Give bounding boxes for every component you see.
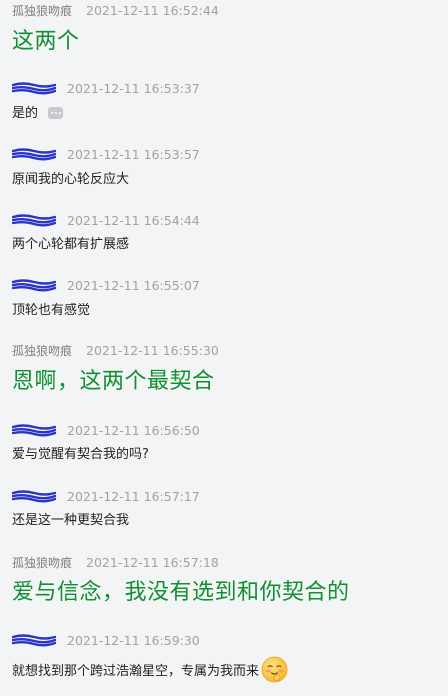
message-time: 2021-12-11 16:53:57 xyxy=(67,146,200,162)
message-meta: 孤独狼吻痕 2021-12-11 16:52:44 xyxy=(12,0,219,20)
message-text: 还是这一种更契合我 xyxy=(12,513,130,528)
more-icon[interactable] xyxy=(48,106,64,119)
message-meta: 2021-12-11 16:56:50 xyxy=(12,420,200,440)
message-time: 2021-12-11 16:57:18 xyxy=(86,554,219,570)
redacted-sender-scribble xyxy=(12,82,56,95)
message-text: 这两个 xyxy=(12,29,80,54)
message-time: 2021-12-11 16:52:44 xyxy=(86,2,219,18)
message-body: 是的 xyxy=(12,105,64,123)
sender-name[interactable]: 孤独狼吻痕 xyxy=(12,554,72,571)
message-meta: 2021-12-11 16:55:07 xyxy=(12,275,200,295)
message-text: 原闻我的心轮反应大 xyxy=(12,172,130,187)
message-text: 爱与信念，我没有选到和你契合的 xyxy=(12,580,350,605)
message-text: 两个心轮都有扩展感 xyxy=(12,237,130,252)
message-text: 是的 xyxy=(12,106,39,121)
message-body: 就想找到那个跨过浩瀚星空，专属为我而来 xyxy=(12,656,288,685)
redacted-sender-scribble xyxy=(12,490,56,503)
redacted-sender-scribble xyxy=(12,148,56,161)
message-time: 2021-12-11 16:53:37 xyxy=(67,80,200,96)
message-meta: 2021-12-11 16:53:37 xyxy=(12,78,200,98)
message-text: 爱与觉醒有契合我的吗? xyxy=(12,447,149,462)
message-time: 2021-12-11 16:54:44 xyxy=(67,212,200,228)
message-time: 2021-12-11 16:57:17 xyxy=(67,488,200,504)
redacted-sender-scribble xyxy=(12,214,56,227)
message-meta: 2021-12-11 16:53:57 xyxy=(12,144,200,164)
message-meta: 孤独狼吻痕 2021-12-11 16:57:18 xyxy=(12,552,219,572)
sender-name[interactable]: 孤独狼吻痕 xyxy=(12,2,72,19)
message-text: 顶轮也有感觉 xyxy=(12,303,91,318)
message-meta: 2021-12-11 16:57:17 xyxy=(12,486,200,506)
message-time: 2021-12-11 16:56:50 xyxy=(67,422,200,438)
redacted-sender-scribble xyxy=(12,279,56,292)
message-meta: 2021-12-11 16:54:44 xyxy=(12,210,200,230)
message-meta: 2021-12-11 16:59:30 xyxy=(12,630,200,650)
redacted-sender-scribble xyxy=(12,634,56,647)
message-time: 2021-12-11 16:55:07 xyxy=(67,277,200,293)
message-text: 就想找到那个跨过浩瀚星空，专属为我而来 xyxy=(12,664,260,679)
message-meta: 孤独狼吻痕 2021-12-11 16:55:30 xyxy=(12,340,219,360)
message-time: 2021-12-11 16:55:30 xyxy=(86,342,219,358)
redacted-sender-scribble xyxy=(12,424,56,437)
shy-smile-emoji-icon xyxy=(261,656,288,683)
message-text: 恩啊，这两个最契合 xyxy=(12,369,215,394)
sender-name[interactable]: 孤独狼吻痕 xyxy=(12,342,72,359)
message-time: 2021-12-11 16:59:30 xyxy=(67,632,200,648)
